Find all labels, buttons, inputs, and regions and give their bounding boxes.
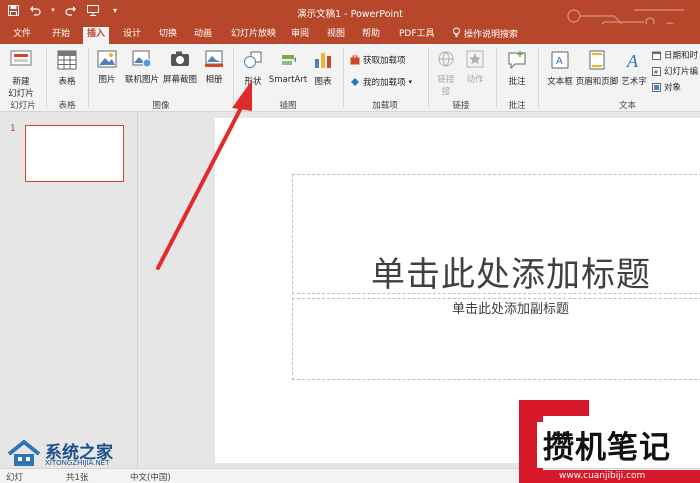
- status-slide-info: 幻灯: [6, 473, 24, 483]
- watermark-right-en: www.cuanjibiji.com: [559, 471, 646, 481]
- status-language: 中文(中国): [130, 473, 171, 483]
- watermark-left: 系统之家 XITONGZHIJIA.NET: [5, 436, 165, 470]
- watermark-right-cn: 攒机笔记: [543, 430, 671, 466]
- status-slide-count: 共1张: [66, 473, 89, 483]
- watermark-right: 攒机笔记 www.cuanjibiji.com: [519, 400, 700, 483]
- watermark-left-en: XITONGZHIJIA.NET: [45, 459, 110, 467]
- house-logo-icon: [7, 439, 41, 466]
